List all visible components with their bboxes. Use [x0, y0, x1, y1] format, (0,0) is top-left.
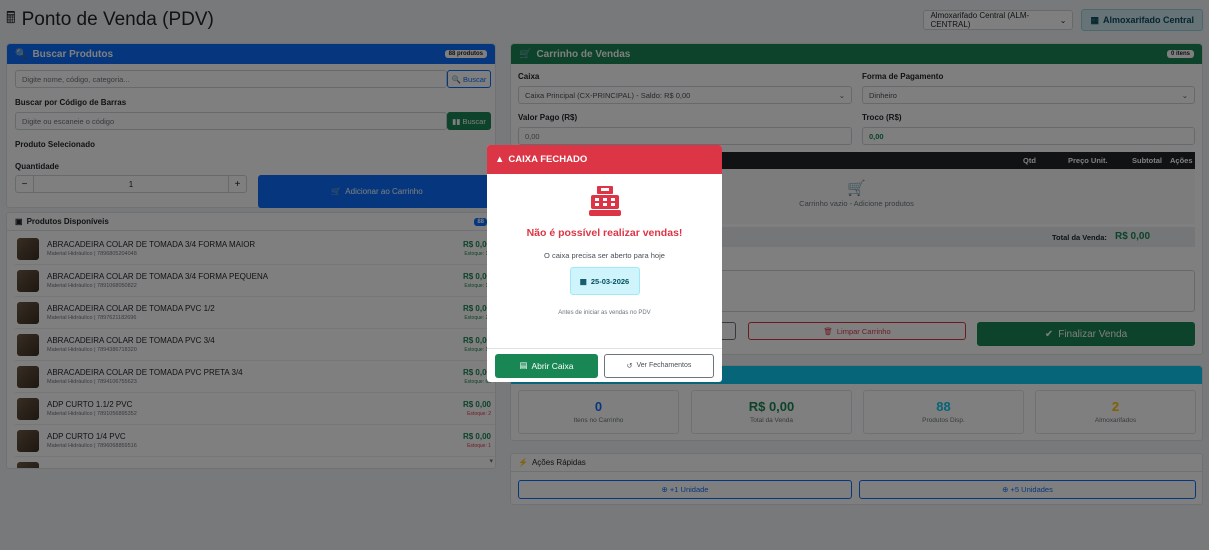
modal-footer: ▤ Abrir Caixa ↺ Ver Fechamentos	[487, 348, 722, 382]
warning-icon: ▲	[495, 154, 505, 165]
calendar-icon: ▦	[579, 276, 587, 286]
modal-note: Antes de iniciar as vendas no PDV	[558, 310, 651, 316]
view-closings-button[interactable]: ↺ Ver Fechamentos	[604, 353, 714, 378]
modal-body: Não é possível realizar vendas! O caixa …	[487, 174, 722, 316]
modal-headline: Não é possível realizar vendas!	[526, 227, 683, 239]
closed-register-modal: ▲ CAIXA FECHADO Não é possível realizar …	[487, 145, 722, 382]
open-register-button[interactable]: ▤ Abrir Caixa	[495, 353, 598, 378]
cash-register-icon: ▤	[519, 360, 528, 370]
modal-subtitle: O caixa precisa ser aberto para hoje	[544, 251, 665, 260]
modal-header: ▲ CAIXA FECHADO	[487, 145, 722, 174]
history-icon: ↺	[626, 362, 633, 370]
date-box: ▦ 25-03-2026	[569, 267, 640, 295]
cash-register-icon	[588, 186, 621, 216]
